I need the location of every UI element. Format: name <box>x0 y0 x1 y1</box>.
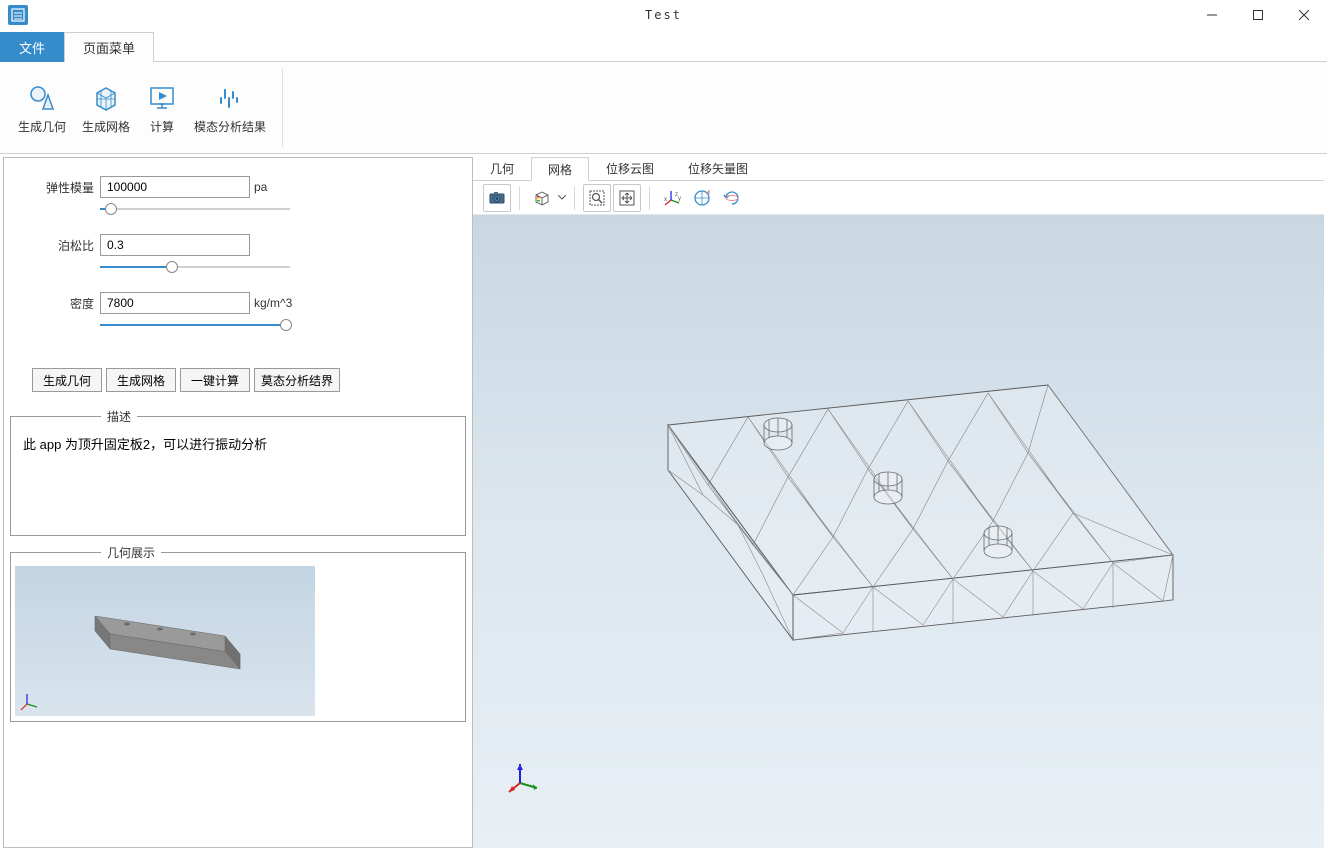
geometry-preview[interactable] <box>15 566 315 716</box>
tab-geometry[interactable]: 几何 <box>473 157 531 181</box>
tab-mesh[interactable]: 网格 <box>531 157 589 181</box>
titlebar: Test <box>0 0 1327 30</box>
ribbon-gen-mesh[interactable]: 生成网格 <box>74 68 138 147</box>
tab-file[interactable]: 文件 <box>0 32 64 62</box>
menu-tabs: 文件 页面菜单 <box>0 30 1327 62</box>
ribbon-calculate[interactable]: 计算 <box>138 68 186 147</box>
minimize-button[interactable] <box>1189 0 1235 30</box>
viewport-triad-icon <box>505 758 545 798</box>
zoom-select-icon[interactable] <box>583 184 611 212</box>
tab-page-menu[interactable]: 页面菜单 <box>64 32 154 62</box>
param-elastic: 弹性模量 pa <box>34 176 442 198</box>
ribbon: 生成几何 生成网格 计算 模态分析结果 <box>0 62 1327 154</box>
param-poisson: 泊松比 <box>34 234 442 256</box>
geometry-legend: 几何展示 <box>101 544 161 561</box>
modal-result-button[interactable]: 莫态分析结界 <box>254 368 340 392</box>
side-panel: 弹性模量 pa 泊松比 密度 kg/m^3 <box>3 157 473 848</box>
content-area: 几何 网格 位移云图 位移矢量图 zyx <box>473 157 1324 848</box>
rotate-z-icon[interactable] <box>718 184 746 212</box>
density-slider[interactable] <box>100 318 290 332</box>
elastic-slider[interactable] <box>100 202 290 216</box>
action-buttons: 生成几何 生成网格 一键计算 莫态分析结界 <box>4 360 472 400</box>
param-unit: pa <box>254 180 267 194</box>
param-unit: kg/m^3 <box>254 296 292 310</box>
axis-triad-icon[interactable]: zyx <box>658 184 686 212</box>
ribbon-label: 计算 <box>150 118 174 135</box>
geometry-fieldset: 几何展示 <box>10 544 466 722</box>
ribbon-label: 生成几何 <box>18 118 66 135</box>
parameters: 弹性模量 pa 泊松比 密度 kg/m^3 <box>4 158 472 360</box>
elastic-input[interactable] <box>100 176 250 198</box>
tab-disp-cloud[interactable]: 位移云图 <box>589 157 671 181</box>
param-density: 密度 kg/m^3 <box>34 292 442 314</box>
maximize-button[interactable] <box>1235 0 1281 30</box>
view-toolbar: zyx <box>473 181 1324 215</box>
view-tabs: 几何 网格 位移云图 位移矢量图 <box>473 157 1324 181</box>
param-label: 密度 <box>34 295 94 312</box>
waveform-icon <box>215 80 245 116</box>
camera-icon[interactable] <box>483 184 511 212</box>
close-button[interactable] <box>1281 0 1327 30</box>
param-label: 弹性模量 <box>34 179 94 196</box>
window-controls <box>1189 0 1327 30</box>
ribbon-label: 模态分析结果 <box>194 118 266 135</box>
poisson-input[interactable] <box>100 234 250 256</box>
density-input[interactable] <box>100 292 250 314</box>
ribbon-modal-result[interactable]: 模态分析结果 <box>186 68 274 147</box>
cube-mesh-icon <box>91 80 121 116</box>
tab-disp-vec[interactable]: 位移矢量图 <box>671 157 765 181</box>
ribbon-gen-geom[interactable]: 生成几何 <box>10 68 74 147</box>
svg-text:y: y <box>678 196 681 202</box>
fit-view-icon[interactable] <box>613 184 641 212</box>
description-fieldset: 描述 此 app 为顶升固定板2，可以进行振动分析 <box>10 408 466 536</box>
ribbon-group: 生成几何 生成网格 计算 模态分析结果 <box>2 68 283 147</box>
main-area: 弹性模量 pa 泊松比 密度 kg/m^3 <box>0 154 1327 851</box>
dropdown-icon[interactable] <box>558 195 566 200</box>
ribbon-label: 生成网格 <box>82 118 130 135</box>
param-label: 泊松比 <box>34 237 94 254</box>
app-logo-icon <box>8 5 28 25</box>
3d-viewport[interactable] <box>473 215 1324 848</box>
description-text: 此 app 为顶升固定板2，可以进行振动分析 <box>11 425 465 535</box>
description-legend: 描述 <box>101 408 137 425</box>
play-monitor-icon <box>147 80 177 116</box>
gen-geom-button[interactable]: 生成几何 <box>32 368 102 392</box>
sphere-cone-icon <box>27 80 57 116</box>
gen-mesh-button[interactable]: 生成网格 <box>106 368 176 392</box>
rainbow-cube-icon[interactable] <box>528 184 556 212</box>
one-click-button[interactable]: 一键计算 <box>180 368 250 392</box>
svg-text:x: x <box>664 197 667 203</box>
rotate-xy-icon[interactable] <box>688 184 716 212</box>
window-title: Test <box>645 8 682 22</box>
poisson-slider[interactable] <box>100 260 290 274</box>
